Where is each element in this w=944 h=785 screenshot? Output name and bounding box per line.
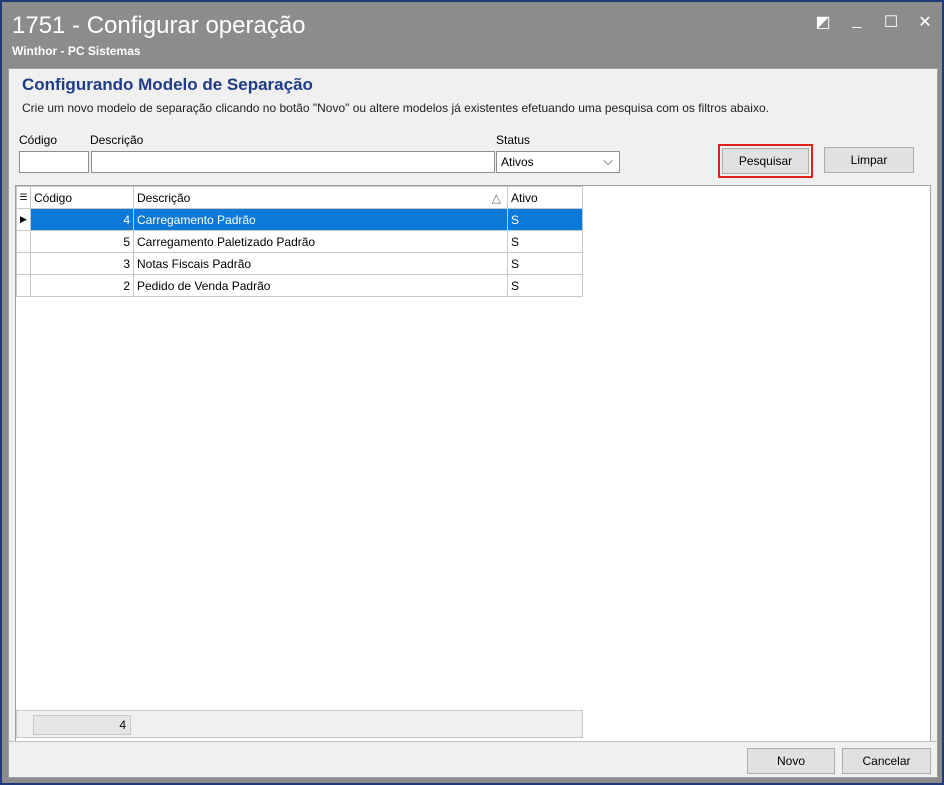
cell-ativo[interactable]: S [507,230,583,253]
status-selected-value: Ativos [501,155,534,169]
cell-descricao[interactable]: Carregamento Padrão [133,208,508,231]
column-header-codigo[interactable]: Código [30,186,134,209]
cell-ativo[interactable]: S [507,252,583,275]
minimize-icon[interactable]: _ [848,12,866,32]
app-window: 1751 - Configurar operação Winthor - PC … [0,0,944,785]
grid-footer: 4 [16,710,583,738]
restore-icon[interactable]: ◩ [814,12,832,32]
maximize-icon[interactable]: ☐ [882,12,900,32]
pesquisar-button[interactable]: Pesquisar [718,144,813,178]
row-indicator [16,274,31,297]
window-subtitle: Winthor - PC Sistemas [12,44,141,58]
column-header-descricao[interactable]: Descrição △ [133,186,508,209]
cell-descricao[interactable]: Pedido de Venda Padrão [133,274,508,297]
cell-ativo[interactable]: S [507,274,583,297]
title-bar: 1751 - Configurar operação Winthor - PC … [2,2,942,64]
table-header-row: ☰ Código Descrição △ Ativo [16,186,583,209]
page-description: Crie um novo modelo de separação clicand… [22,101,769,115]
status-label: Status [496,133,531,147]
main-panel: Configurando Modelo de Separação Crie um… [8,68,938,778]
close-icon[interactable]: ✕ [916,12,934,32]
column-header-descricao-label: Descrição [137,190,191,205]
cell-codigo[interactable]: 3 [30,252,134,275]
cell-codigo[interactable]: 2 [30,274,134,297]
results-table: ☰ Código Descrição △ Ativo ▶ 4 Carregame… [16,186,583,297]
record-count: 4 [33,715,131,735]
window-controls: ◩ _ ☐ ✕ [814,12,934,32]
page-title: Configurando Modelo de Separação [22,75,313,94]
row-indicator [16,230,31,253]
cell-codigo[interactable]: 5 [30,230,134,253]
column-chooser-icon[interactable]: ☰ [16,186,31,209]
status-select[interactable]: Ativos ⌵ [496,151,620,173]
cell-codigo[interactable]: 4 [30,208,134,231]
results-grid: ☰ Código Descrição △ Ativo ▶ 4 Carregame… [15,185,931,742]
table-row[interactable]: 5 Carregamento Paletizado Padrão S [16,230,583,253]
column-header-ativo[interactable]: Ativo [507,186,583,209]
cancelar-button[interactable]: Cancelar [842,748,931,774]
table-row[interactable]: ▶ 4 Carregamento Padrão S [16,208,583,231]
row-indicator [16,252,31,275]
window-title: 1751 - Configurar operação [12,12,306,39]
codigo-label: Código [19,133,58,147]
limpar-button[interactable]: Limpar [824,147,914,173]
descricao-input[interactable] [91,151,495,173]
descricao-label: Descrição [90,133,144,147]
chevron-down-icon: ⌵ [603,153,613,168]
cell-ativo[interactable]: S [507,208,583,231]
table-row[interactable]: 2 Pedido de Venda Padrão S [16,274,583,297]
bottom-button-bar: Novo Cancelar [9,741,937,778]
cell-descricao[interactable]: Notas Fiscais Padrão [133,252,508,275]
table-row[interactable]: 3 Notas Fiscais Padrão S [16,252,583,275]
current-row-arrow-icon: ▶ [16,208,31,231]
cell-descricao[interactable]: Carregamento Paletizado Padrão [133,230,508,253]
codigo-input[interactable] [19,151,89,173]
sort-ascending-icon: △ [491,191,501,205]
novo-button[interactable]: Novo [747,748,835,774]
